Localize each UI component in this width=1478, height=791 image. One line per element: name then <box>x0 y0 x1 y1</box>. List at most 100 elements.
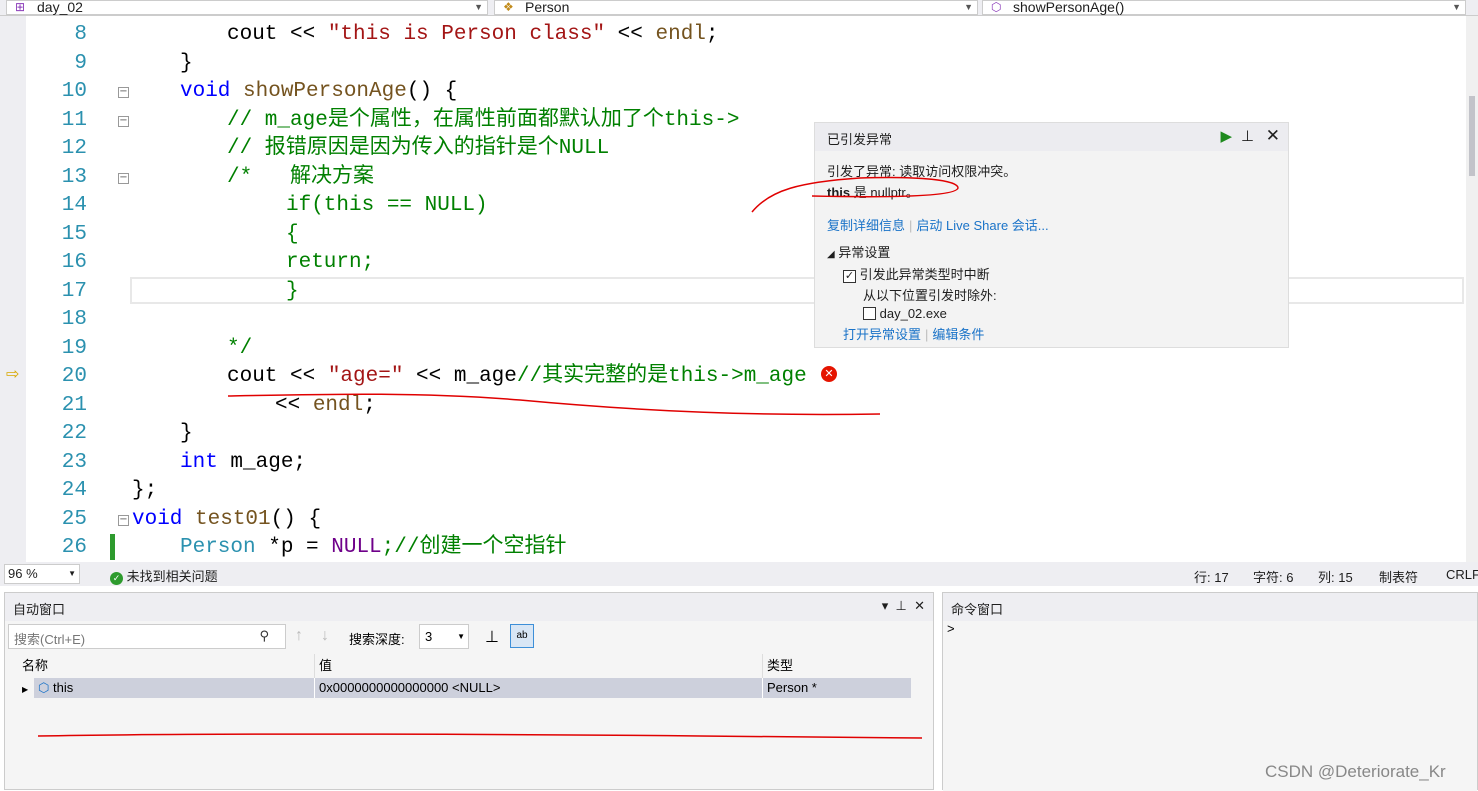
code-token-keyword: void <box>132 507 196 531</box>
pin-icon[interactable]: ⊥ <box>896 598 907 613</box>
fold-toggle-icon[interactable]: − <box>118 115 129 127</box>
code-token-plain: ; <box>705 23 719 46</box>
code-token-plain: m_age; <box>230 450 307 474</box>
close-icon[interactable]: ✕ <box>914 598 925 613</box>
search-up-icon[interactable]: ↑ <box>295 627 303 645</box>
issues-status[interactable]: 未找到相关问题 <box>127 569 218 584</box>
line-number: 21 <box>61 393 87 417</box>
zoom-dropdown[interactable]: 96 % ▼ <box>4 564 80 584</box>
fold-toggle-icon[interactable]: − <box>118 514 129 526</box>
column-header-type[interactable]: 类型 <box>763 654 911 678</box>
detail-bold: this <box>827 185 851 200</box>
code-token-plain: }; <box>132 479 158 502</box>
chevron-down-icon: ▼ <box>1452 2 1461 12</box>
search-depth-dropdown[interactable]: 3 ▼ <box>419 624 469 649</box>
row-value[interactable]: 0x0000000000000000 <NULL> <box>315 678 763 698</box>
line-number: 11 <box>61 108 87 132</box>
code-line[interactable]: 23 int m_age; <box>0 449 1460 477</box>
code-line[interactable]: 24}; <box>0 477 1460 505</box>
pin-icon[interactable]: ⊥ <box>1241 127 1254 145</box>
code-token-plain: () { <box>270 507 322 531</box>
edit-conditions-link[interactable]: 编辑条件 <box>932 327 984 342</box>
code-text: if(this == NULL) <box>286 192 488 220</box>
close-icon[interactable]: ✕ <box>1266 126 1280 146</box>
live-share-link[interactable]: 启动 Live Share 会话... <box>916 218 1048 233</box>
depth-value: 3 <box>425 629 433 644</box>
line-number: 16 <box>61 251 87 274</box>
column-header-value[interactable]: 值 <box>315 654 763 678</box>
break-label: 引发此异常类型时中断 <box>859 267 990 282</box>
open-exception-settings-link[interactable]: 打开异常设置 <box>843 327 921 342</box>
dropdown-icon[interactable]: ▾ <box>882 598 889 613</box>
continue-icon[interactable]: ▶ <box>1220 127 1232 145</box>
navigation-bar: ⊞ day_02 ▼ ❖ Person ▼ ⬡ showPersonAge() ▼ <box>0 0 1478 16</box>
break-checkbox[interactable]: ✓ <box>843 270 856 283</box>
except-label: 从以下位置引发时除外: <box>863 288 997 303</box>
chevron-down-icon: ▼ <box>474 2 483 12</box>
class-scope-name: Person <box>525 0 570 15</box>
row-name: this <box>52 680 74 695</box>
column-header-name[interactable]: 名称 <box>18 654 315 678</box>
code-line[interactable]: 26 Person *p = NULL;//创建一个空指针 <box>0 534 1460 562</box>
member-scope-dropdown[interactable]: ⬡ showPersonAge() ▼ <box>982 0 1466 15</box>
code-token-plain: m_age <box>453 365 517 388</box>
line-number: 26 <box>61 536 87 559</box>
code-line[interactable]: 21 << endl; <box>0 392 1460 420</box>
code-text: int m_age; <box>180 449 306 477</box>
code-token-comment: */ <box>227 336 253 360</box>
code-token-plain: } <box>180 51 193 75</box>
code-token-comment: } <box>286 279 299 303</box>
code-text: void showPersonAge() { <box>180 78 457 106</box>
code-line[interactable]: 20 cout << "age=" << m_age//其实完整的是this->m… <box>0 363 1460 391</box>
code-text: cout << "this is Person class" << endl; <box>227 21 719 49</box>
code-line[interactable]: 8 cout << "this is Person class" << endl; <box>0 21 1460 49</box>
code-line[interactable]: 9} <box>0 50 1460 78</box>
code-token-func: endl <box>312 393 364 417</box>
code-text: }; <box>132 477 157 505</box>
code-token-macro: NULL <box>331 536 382 559</box>
copy-details-link[interactable]: 复制详细信息 <box>827 218 905 233</box>
tabs-indicator[interactable]: 制表符 <box>1379 567 1418 586</box>
code-token-plain: cout <box>227 365 291 388</box>
search-icon[interactable]: ⚲ <box>259 628 269 644</box>
autos-table: 名称 值 类型 ▶ ⬡ this 0x0000000000000000 <NULL… <box>18 654 911 698</box>
line-number: 23 <box>61 450 87 474</box>
view-hex-icon[interactable]: ab <box>510 624 534 648</box>
eol-indicator[interactable]: CRLF <box>1446 567 1478 582</box>
exception-message: 引发了异常: 读取访问权限冲突。 <box>827 164 1017 179</box>
fold-toggle-icon[interactable]: − <box>118 172 129 184</box>
code-token-comment: //其实完整的是this->m_age <box>516 365 807 388</box>
project-dropdown[interactable]: ⊞ day_02 ▼ <box>6 0 488 15</box>
collapse-triangle-icon[interactable]: ◢ <box>827 249 835 260</box>
search-down-icon[interactable]: ↓ <box>321 627 329 645</box>
project-icon: ⊞ <box>15 0 26 14</box>
scrollbar[interactable] <box>1466 16 1478 562</box>
expand-icon[interactable]: ▶ <box>22 685 28 694</box>
autos-search-input[interactable]: 搜索(Ctrl+E) ⚲ <box>8 624 286 649</box>
fold-toggle-icon[interactable]: − <box>118 87 129 98</box>
code-token-plain: ; <box>363 393 376 417</box>
code-text: Person *p = NULL;//创建一个空指针 <box>180 534 566 562</box>
code-line[interactable]: 10 − void showPersonAge() { <box>0 78 1460 106</box>
code-token-comment: // 报错原因是因为传入的指针是个NULL <box>227 137 610 160</box>
code-token-plain: << <box>605 23 656 46</box>
code-token-plain: << <box>290 365 328 388</box>
code-text: /* 解决方案 <box>227 164 374 192</box>
exception-popup: 已引发异常 ▶ ⊥ ✕ 引发了异常: 读取访问权限冲突。 this 是 null… <box>814 122 1289 348</box>
zoom-level: 96 % <box>8 566 38 581</box>
pin-source-icon[interactable]: ⊥ <box>485 627 499 647</box>
exception-title: 已引发异常 <box>827 132 893 147</box>
line-number: 9 <box>74 51 87 75</box>
table-row[interactable]: ▶ ⬡ this 0x0000000000000000 <NULL> Person… <box>18 678 911 698</box>
code-text: // 报错原因是因为传入的指针是个NULL <box>227 135 609 163</box>
code-token-plain: () { <box>406 80 458 103</box>
class-scope-dropdown[interactable]: ❖ Person ▼ <box>494 0 978 15</box>
exe-checkbox[interactable] <box>863 307 876 320</box>
code-text: } <box>286 278 299 306</box>
code-line[interactable]: 22} <box>0 420 1460 448</box>
chevron-down-icon: ▼ <box>457 632 465 641</box>
autos-title: 自动窗口 <box>13 602 66 617</box>
code-line[interactable]: 25 − void test01() { <box>0 506 1460 534</box>
line-number: 10 <box>61 80 87 103</box>
code-token-keyword: void <box>180 80 244 103</box>
